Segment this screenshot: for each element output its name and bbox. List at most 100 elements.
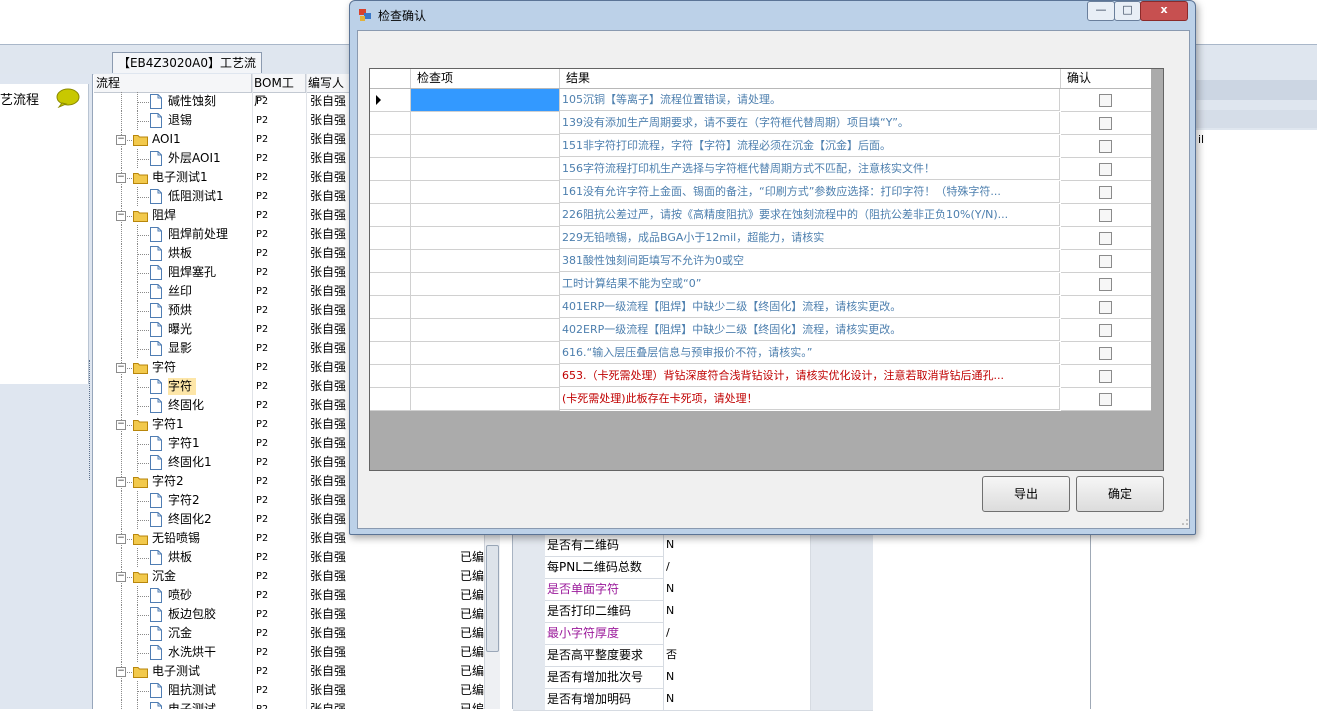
collapse-toggle[interactable]: − xyxy=(116,173,126,183)
column-header-flow[interactable]: 流程 xyxy=(94,74,252,92)
tree-node-label[interactable]: 板边包胶 xyxy=(168,606,220,623)
result-cell[interactable]: 151非字符打印流程，字符【字符】流程必须在沉金【沉金】后面。 xyxy=(560,135,1060,157)
tree-node-label[interactable]: 阻焊塞孔 xyxy=(168,264,220,281)
tree-row[interactable]: 电子测试 P2 张自强 已编 xyxy=(94,700,484,709)
tree-row[interactable]: 沉金 P2 张自强 已编 xyxy=(94,624,484,643)
tree-node-label[interactable]: 退锡 xyxy=(168,112,196,129)
tab-process-flow[interactable]: 【EB4Z3020A0】工艺流程 xyxy=(112,52,262,90)
row-header[interactable] xyxy=(370,388,411,411)
collapse-toggle[interactable]: − xyxy=(116,420,126,430)
chat-bubble-icon[interactable] xyxy=(55,88,81,108)
property-value[interactable]: N xyxy=(663,534,812,556)
result-cell[interactable]: 616.“输入层压叠层信息与预审报价不符，请核实。” xyxy=(560,342,1060,364)
check-item-cell[interactable] xyxy=(411,273,560,296)
tree-row[interactable]: 喷砂 P2 张自强 已编 xyxy=(94,586,484,605)
grid-row[interactable]: (卡死需处理)此板存在卡死项，请处理！ xyxy=(370,388,1151,411)
property-value[interactable]: N xyxy=(663,688,812,710)
result-cell[interactable]: 105沉铜【等离子】流程位置错误，请处理。 xyxy=(560,89,1060,111)
collapse-toggle[interactable]: − xyxy=(116,135,126,145)
grid-row[interactable]: 381酸性蚀刻间距填写不允许为0或空 xyxy=(370,250,1151,273)
check-item-cell[interactable] xyxy=(411,227,560,250)
tree-node-label[interactable]: 喷砂 xyxy=(168,587,196,604)
confirm-checkbox[interactable] xyxy=(1099,301,1112,314)
row-header[interactable] xyxy=(370,112,411,135)
check-item-cell[interactable] xyxy=(411,388,560,411)
confirm-checkbox[interactable] xyxy=(1099,163,1112,176)
resize-grip-icon[interactable] xyxy=(1180,517,1188,525)
tree-node-label[interactable]: 字符1 xyxy=(168,435,204,452)
collapse-toggle[interactable]: − xyxy=(116,477,126,487)
tree-node-label[interactable]: 终固化2 xyxy=(168,511,216,528)
tree-node-label[interactable]: 电子测试1 xyxy=(152,169,212,186)
row-header[interactable] xyxy=(370,181,411,204)
confirm-checkbox[interactable] xyxy=(1099,140,1112,153)
collapse-toggle[interactable]: − xyxy=(116,363,126,373)
confirm-checkbox[interactable] xyxy=(1099,255,1112,268)
check-item-cell[interactable] xyxy=(411,250,560,273)
check-item-cell[interactable] xyxy=(411,296,560,319)
result-cell[interactable]: 229无铅喷锡，成品BGA小于12mil，超能力，请核实 xyxy=(560,227,1060,249)
tree-node-label[interactable]: 无铅喷锡 xyxy=(152,530,204,547)
tree-node-label[interactable]: 字符 xyxy=(168,378,197,395)
tree-node-label[interactable]: 字符2 xyxy=(168,492,204,509)
tree-node-label[interactable]: 外层AOI1 xyxy=(168,150,225,167)
confirm-checkbox[interactable] xyxy=(1099,209,1112,222)
grid-row[interactable]: 229无铅喷锡，成品BGA小于12mil，超能力，请核实 xyxy=(370,227,1151,250)
tree-node-label[interactable]: 曝光 xyxy=(168,321,196,338)
tree-node-label[interactable]: 沉金 xyxy=(152,568,180,585)
row-header[interactable] xyxy=(370,204,411,227)
tree-node-label[interactable]: 阻抗测试 xyxy=(168,682,220,699)
close-button[interactable]: x xyxy=(1140,1,1188,21)
tree-node-label[interactable]: 电子测试 xyxy=(152,663,204,680)
maximize-button[interactable]: □ xyxy=(1114,1,1141,21)
tree-node-label[interactable]: 字符1 xyxy=(152,416,188,433)
result-cell[interactable]: 161没有允许字符上金面、锡面的备注，“印刷方式”参数应选择：打印字符！（特殊字… xyxy=(560,181,1060,203)
check-item-cell[interactable] xyxy=(411,204,560,227)
tree-row[interactable]: 阻抗测试 P2 张自强 已编 xyxy=(94,681,484,700)
row-header[interactable] xyxy=(370,296,411,319)
tree-node-label[interactable]: 字符 xyxy=(152,359,180,376)
collapse-toggle[interactable]: − xyxy=(116,572,126,582)
tree-node-label[interactable]: 显影 xyxy=(168,340,196,357)
grid-row[interactable]: 105沉铜【等离子】流程位置错误，请处理。 xyxy=(370,89,1151,112)
confirm-checkbox[interactable] xyxy=(1099,324,1112,337)
tree-row[interactable]: − 电子测试 P2 张自强 已编 xyxy=(94,662,484,681)
confirm-checkbox[interactable] xyxy=(1099,278,1112,291)
grid-row[interactable]: 616.“输入层压叠层信息与预审报价不符，请核实。” xyxy=(370,342,1151,365)
tree-node-label[interactable]: 阻焊前处理 xyxy=(168,226,232,243)
row-header[interactable] xyxy=(370,365,411,388)
grid-row[interactable]: 工时计算结果不能为空或“0” xyxy=(370,273,1151,296)
property-value[interactable]: / xyxy=(663,556,812,578)
row-header[interactable] xyxy=(370,319,411,342)
row-header[interactable] xyxy=(370,158,411,181)
check-item-cell[interactable] xyxy=(411,181,560,204)
tree-node-label[interactable]: 沉金 xyxy=(168,625,196,642)
check-item-cell[interactable] xyxy=(411,89,560,112)
confirm-checkbox[interactable] xyxy=(1099,94,1112,107)
tree-node-label[interactable]: 水洗烘干 xyxy=(168,644,220,661)
check-item-cell[interactable] xyxy=(411,319,560,342)
ok-button[interactable]: 确定 xyxy=(1076,476,1164,512)
column-header-bom[interactable]: BOM工厂 xyxy=(252,74,306,108)
confirm-checkbox[interactable] xyxy=(1099,186,1112,199)
nav-item-process-flow[interactable]: 艺流程 xyxy=(0,89,39,108)
tree-row[interactable]: 板边包胶 P2 张自强 已编 xyxy=(94,605,484,624)
tree-node-label[interactable]: 阻焊 xyxy=(152,207,180,224)
confirm-checkbox[interactable] xyxy=(1099,393,1112,406)
column-header-result[interactable]: 结果 xyxy=(560,69,1061,88)
check-item-cell[interactable] xyxy=(411,135,560,158)
result-cell[interactable]: 381酸性蚀刻间距填写不允许为0或空 xyxy=(560,250,1060,272)
result-cell[interactable]: (卡死需处理)此板存在卡死项，请处理！ xyxy=(560,388,1060,410)
check-item-cell[interactable] xyxy=(411,365,560,388)
row-header[interactable] xyxy=(370,342,411,365)
check-item-cell[interactable] xyxy=(411,342,560,365)
grid-row[interactable]: 156字符流程打印机生产选择与字符框代替周期方式不匹配，注意核实文件！ xyxy=(370,158,1151,181)
row-header[interactable] xyxy=(370,273,411,296)
property-value[interactable]: 否 xyxy=(663,644,812,666)
result-cell[interactable]: 401ERP一级流程【阻焊】中缺少二级【终固化】流程，请核实更改。 xyxy=(560,296,1060,318)
tree-node-label[interactable]: 终固化1 xyxy=(168,454,216,471)
property-value[interactable]: N xyxy=(663,578,812,600)
column-header-confirm[interactable]: 确认 xyxy=(1061,69,1151,88)
tree-node-label[interactable]: 烘板 xyxy=(168,549,196,566)
grid-row[interactable]: 653.（卡死需处理）背钻深度符合浅背钻设计，请核实优化设计，注意若取消背钻后通… xyxy=(370,365,1151,388)
